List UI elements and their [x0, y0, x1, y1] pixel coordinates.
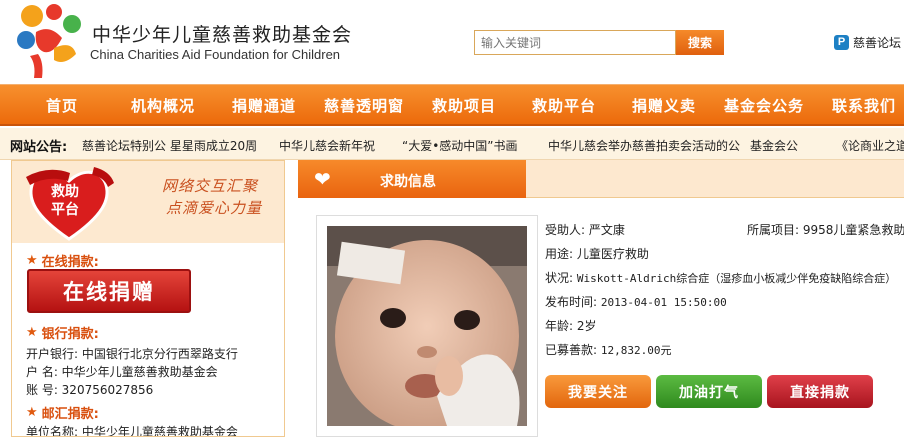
banner-slogan-line2: 点滴爱心力量 — [166, 199, 263, 217]
purpose: 用途: 儿童医疗救助 — [545, 247, 649, 261]
banner-slogan-line1: 网络交互汇聚 — [162, 177, 259, 195]
donation-sidebar: 救助 平台 网络交互汇聚 点滴爱心力量 ★ 在线捐款: 在线捐赠 ★ 银行捐款:… — [11, 160, 285, 437]
heart-icon: ❤ — [314, 167, 331, 191]
notice-item[interactable]: 中华儿慈会新年祝 — [279, 137, 375, 154]
aid-platform-banner: 救助 平台 网络交互汇聚 点滴爱心力量 — [12, 161, 284, 243]
nav-item-about[interactable]: 机构概况 — [131, 95, 195, 116]
main-nav: 首页 机构概况 捐赠通道 慈善透明窗 救助项目 救助平台 捐赠义卖 基金会公务 … — [0, 84, 904, 126]
org-name-cn: 中华少年儿童慈善救助基金会 — [92, 24, 353, 46]
published-value: 2013-04-01 15:50:00 — [600, 296, 727, 309]
site-header: 中华少年儿童慈善救助基金会 China Charities Aid Founda… — [0, 0, 904, 84]
account-holder: 户 名: 中华少年儿童慈善救助基金会 — [26, 365, 218, 379]
project-name[interactable]: 所属项目: 9958儿童紧急救助 — [747, 221, 904, 238]
notice-item[interactable]: 《论商业之道 — [836, 137, 904, 154]
online-donation-heading: ★ 在线捐款: — [26, 251, 99, 270]
nav-item-foundation-affairs[interactable]: 基金会公务 — [724, 95, 804, 116]
aid-info-tab: ❤ 求助信息 — [298, 160, 526, 198]
notice-item[interactable]: 慈善论坛特别公 星星雨成立20周 — [82, 137, 257, 154]
raised-amount: 已募善款: 12,832.00元 — [545, 341, 671, 358]
published-label: 发布时间: — [545, 295, 601, 309]
aid-info-header: ❤ 求助信息 — [298, 160, 904, 198]
star-icon: ★ — [26, 325, 38, 340]
condition-value: Wiskott-Aldrich综合症（湿疹血小板减少伴免疫缺陷综合症） — [576, 272, 897, 285]
bank-donation-heading: ★ 银行捐款: — [26, 323, 99, 342]
condition: 状况: Wiskott-Aldrich综合症（湿疹血小板减少伴免疫缺陷综合症） — [545, 269, 896, 286]
search-button[interactable]: 搜索 — [676, 30, 724, 55]
forum-link[interactable]: P 慈善论坛 — [834, 34, 901, 51]
raised-value: 12,832.00元 — [600, 344, 672, 357]
foundation-logo-icon[interactable] — [14, 2, 84, 80]
notice-item[interactable]: 中华儿慈会举办慈善拍卖会活动的公 — [548, 137, 740, 154]
banner-title-line1: 救助 — [51, 184, 79, 200]
forum-icon: P — [834, 35, 849, 50]
nav-item-contact[interactable]: 联系我们 — [832, 95, 896, 116]
forum-link-label: 慈善论坛 — [853, 36, 902, 50]
raised-label: 已募善款: — [545, 343, 601, 357]
search-input[interactable] — [474, 30, 676, 55]
bank-name: 开户银行: 中国银行北京分行西翠路支行 — [26, 347, 238, 361]
condition-label: 状况: — [545, 271, 577, 285]
child-photo — [327, 226, 527, 432]
recipient-name: 受助人: 严文康 — [545, 223, 625, 237]
age: 年龄: 2岁 — [545, 319, 597, 333]
star-icon: ★ — [26, 253, 38, 268]
bank-donation-heading-text: 银行捐款: — [41, 327, 99, 342]
nav-item-aid-projects[interactable]: 救助项目 — [432, 95, 496, 116]
nav-item-transparency[interactable]: 慈善透明窗 — [324, 95, 404, 116]
direct-donate-button[interactable]: 直接捐款 — [767, 375, 873, 408]
notice-label: 网站公告: — [10, 140, 68, 155]
star-icon: ★ — [26, 405, 38, 420]
online-donate-button[interactable]: 在线捐赠 — [27, 269, 191, 313]
post-donation-heading: ★ 邮汇捐款: — [26, 403, 99, 422]
follow-button[interactable]: 我要关注 — [545, 375, 651, 408]
child-photo-frame — [316, 215, 538, 437]
aid-info-title: 求助信息 — [380, 174, 436, 190]
notice-bar: 网站公告: 慈善论坛特别公 星星雨成立20周 中华儿慈会新年祝 “大爱•感动中国… — [0, 128, 904, 160]
nav-item-aid-platform[interactable]: 救助平台 — [532, 95, 596, 116]
notice-item[interactable]: “大爱•感动中国”书画 — [402, 137, 518, 154]
nav-item-home[interactable]: 首页 — [46, 95, 78, 116]
published-time: 发布时间: 2013-04-01 15:50:00 — [545, 293, 727, 310]
banner-title-line2: 平台 — [51, 202, 79, 218]
banner-title: 救助 平台 — [51, 183, 79, 219]
org-name-en: China Charities Aid Foundation for Child… — [90, 47, 341, 62]
post-donation-heading-text: 邮汇捐款: — [41, 407, 99, 422]
nav-item-donation-channel[interactable]: 捐赠通道 — [232, 95, 296, 116]
notice-item[interactable]: 基金会公 — [750, 137, 798, 154]
nav-item-charity-sale[interactable]: 捐赠义卖 — [632, 95, 696, 116]
account-number: 账 号: 320756027856 — [26, 383, 154, 397]
post-unit-name: 单位名称: 中华少年儿童慈善救助基金会 — [26, 425, 238, 437]
cheer-button[interactable]: 加油打气 — [656, 375, 762, 408]
online-donation-heading-text: 在线捐款: — [41, 255, 99, 270]
